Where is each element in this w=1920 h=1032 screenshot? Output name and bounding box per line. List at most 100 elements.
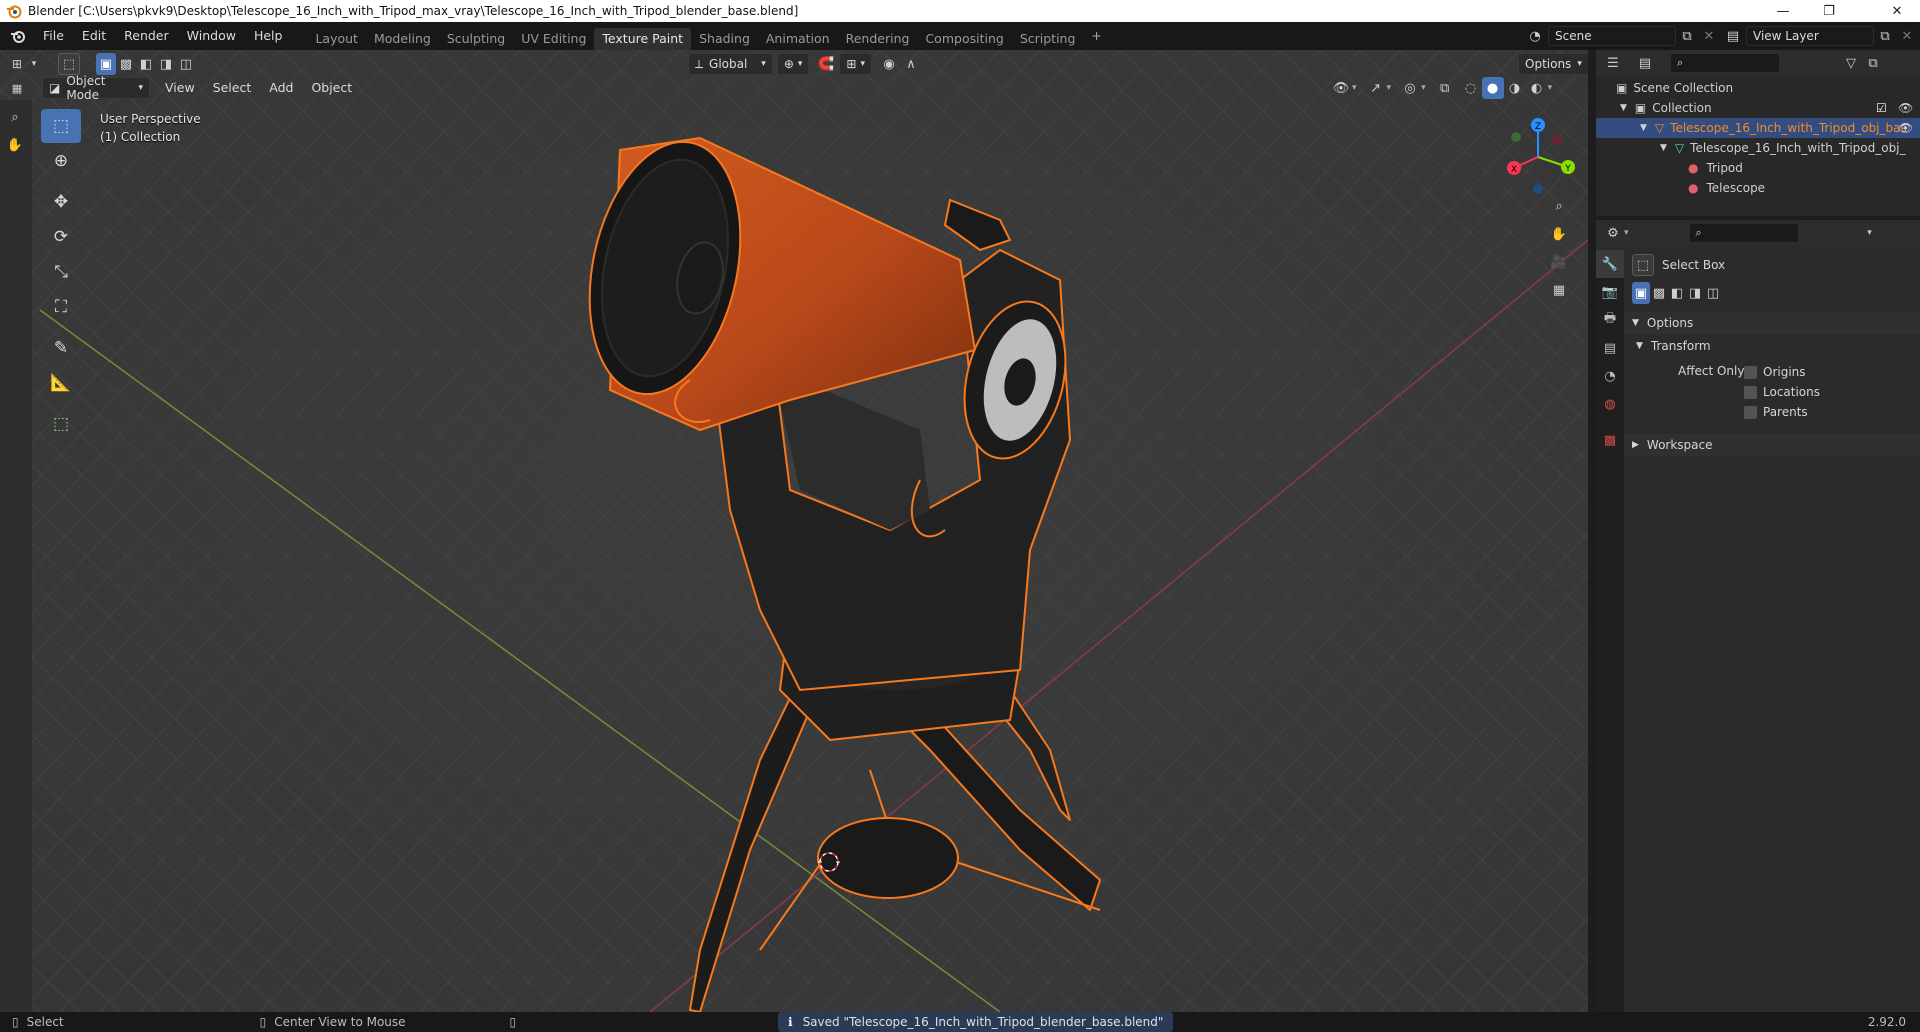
transform-orientation-dropdown[interactable]: ⟂ Global ▾ [688,53,773,75]
locations-checkbox[interactable]: Locations [1744,382,1820,402]
ortho-grid-icon[interactable]: ▦ [1548,279,1570,301]
mode-intersect-icon[interactable]: ◫ [1704,282,1722,304]
outliner-row-scene-collection[interactable]: ▣ Scene Collection [1596,78,1920,98]
scene-icon[interactable]: ◔ [1596,362,1624,390]
mode-intersect-icon[interactable]: ◫ [176,53,196,75]
tool-icon[interactable]: 🔧 [1596,250,1624,278]
shading-rendered-icon[interactable]: ◐ [1526,77,1548,99]
new-view-layer-icon[interactable]: ⧉ [1874,25,1896,47]
snap-target-dropdown[interactable]: ⊞ ▾ [839,53,873,75]
viewport-menu-object[interactable]: Object [302,77,361,99]
tab-compositing[interactable]: Compositing [917,28,1011,50]
mode-subtract-icon[interactable]: ◧ [1668,282,1686,304]
filter-icon[interactable]: ▽ [1840,52,1862,74]
view-layer-field[interactable]: View Layer [1746,26,1874,46]
move-tool[interactable]: ✥ [41,185,81,219]
tab-layout[interactable]: Layout [307,28,366,50]
gizmo-neg-y[interactable] [1511,132,1521,142]
view-grid-icon[interactable]: ▦ [6,77,28,99]
new-scene-icon[interactable]: ⧉ [1676,25,1698,47]
expand-arrow-icon[interactable]: ▼ [1660,143,1667,153]
rotate-tool[interactable]: ⟳ [41,220,81,254]
annotate-tool[interactable]: ✎ [41,331,81,365]
options-panel-header[interactable]: ▼ Options [1624,312,1920,334]
shading-material-icon[interactable]: ◑ [1504,77,1526,99]
shading-wireframe-icon[interactable]: ◌ [1460,77,1482,99]
zoom-region-icon[interactable]: ⌕ [4,106,26,128]
mode-extend-icon[interactable]: ▩ [1650,282,1668,304]
3d-viewport[interactable]: ⊞ ▾ ⬚ ▣ ▩ ◧ ◨ ◫ ⟂ Global ▾ ⊕ ▾ 🧲 ⊞ ▾ ◉ ∧ O… [0,50,1588,1012]
properties-search-input[interactable]: ⌕ [1688,223,1799,243]
tab-modeling[interactable]: Modeling [366,28,439,50]
options-dropdown[interactable]: Options ▾ [1518,53,1588,75]
mode-extend-icon[interactable]: ▩ [116,53,136,75]
transform-tool[interactable]: ⛶ [41,290,81,324]
editor-type-icon[interactable]: ☰ [1602,52,1624,74]
delete-scene-icon[interactable]: ✕ [1698,25,1720,47]
display-mode-icon[interactable]: ▤ [1634,52,1656,74]
menu-edit[interactable]: Edit [73,25,115,47]
menu-file[interactable]: File [34,25,73,47]
tab-shading[interactable]: Shading [691,28,758,50]
expand-arrow-icon[interactable]: ▼ [1640,123,1647,133]
minimize-button[interactable]: — [1760,0,1806,22]
delete-view-layer-icon[interactable]: ✕ [1896,25,1918,47]
world-icon[interactable]: ◍ [1596,390,1624,418]
workspace-panel-header[interactable]: ▶ Workspace [1624,434,1920,456]
cursor-tool[interactable]: ⊕ [41,144,81,178]
proportional-falloff-icon[interactable]: ∧ [900,53,922,75]
editor-type-dropdown-icon[interactable]: ▾ [28,53,40,75]
chevron-down-icon[interactable]: ▾ [1859,222,1881,244]
outliner-row-material-tripod[interactable]: ● Tripod [1596,158,1920,178]
mode-subtract-icon[interactable]: ◧ [136,53,156,75]
menu-window[interactable]: Window [178,25,245,47]
add-cube-tool[interactable]: ⬚ [41,407,81,441]
proportional-editing-icon[interactable]: ◉ [878,53,900,75]
navigation-gizmo[interactable]: Z Y X [1500,115,1580,195]
view-layer-icon[interactable]: ▤ [1722,25,1744,47]
scale-tool[interactable]: ⤡ [41,255,81,289]
tab-sculpting[interactable]: Sculpting [439,28,513,50]
viewport-menu-select[interactable]: Select [204,77,261,99]
tab-scripting[interactable]: Scripting [1012,28,1084,50]
status-report[interactable]: ℹ Saved "Telescope_16_Inch_with_Tripod_b… [778,1012,1174,1032]
expand-arrow-icon[interactable]: ▼ [1620,103,1627,113]
mode-dropdown[interactable]: ◪ Object Mode ▾ [42,74,150,102]
render-icon[interactable]: 📷 [1596,278,1624,306]
shading-solid-icon[interactable]: ● [1481,77,1504,99]
viewport-menu-add[interactable]: Add [260,77,302,99]
measure-tool[interactable]: 📐 [41,366,81,400]
visibility-icon[interactable]: 👁 [1330,77,1352,99]
eye-icon[interactable]: 👁 [1898,101,1913,115]
editor-type-icon[interactable]: ⊞ [6,53,28,75]
editor-type-icon[interactable]: ⚙ [1602,222,1624,244]
xray-toggle-icon[interactable]: ⧉ [1434,77,1456,99]
hand-pan-icon[interactable]: ✋ [4,134,26,156]
add-workspace-button[interactable]: + [1083,25,1109,47]
eye-icon[interactable]: 👁 [1898,121,1913,135]
hand-pan-icon[interactable]: ✋ [1548,223,1570,245]
viewport-menu-view[interactable]: View [156,77,204,99]
mode-invert-icon[interactable]: ◨ [1686,282,1704,304]
outliner-row-collection[interactable]: ▼ ▣ Collection ☑ 👁 [1596,98,1920,118]
transform-subpanel-header[interactable]: ▼ Transform [1636,336,1711,356]
zoom-icon[interactable]: ⌕ [1548,195,1570,217]
tab-rendering[interactable]: Rendering [838,28,918,50]
select-box-tool[interactable]: ⬚ [41,109,81,143]
scene-name-field[interactable]: Scene [1548,26,1676,46]
origins-checkbox[interactable]: Origins [1744,362,1820,382]
snap-toggle-icon[interactable]: 🧲 [815,53,837,75]
outliner-row-mesh[interactable]: ▼ ▽ Telescope_16_Inch_with_Tripod_obj_ [1596,138,1920,158]
close-button[interactable]: ✕ [1874,0,1920,22]
parents-checkbox[interactable]: Parents [1744,402,1820,422]
tab-animation[interactable]: Animation [758,28,838,50]
pivot-point-dropdown[interactable]: ⊕ ▾ [776,53,810,75]
mode-new-icon[interactable]: ▣ [96,53,116,75]
mode-invert-icon[interactable]: ◨ [156,53,176,75]
view-layer-icon[interactable]: ▤ [1596,334,1624,362]
new-collection-icon[interactable]: ⧉ [1862,52,1884,74]
mode-new-icon[interactable]: ▣ [1632,282,1650,304]
camera-icon[interactable]: 🎥 [1548,251,1570,273]
overlays-toggle-icon[interactable]: ◎ [1399,77,1421,99]
outliner-search-input[interactable]: ⌕ [1670,53,1780,73]
